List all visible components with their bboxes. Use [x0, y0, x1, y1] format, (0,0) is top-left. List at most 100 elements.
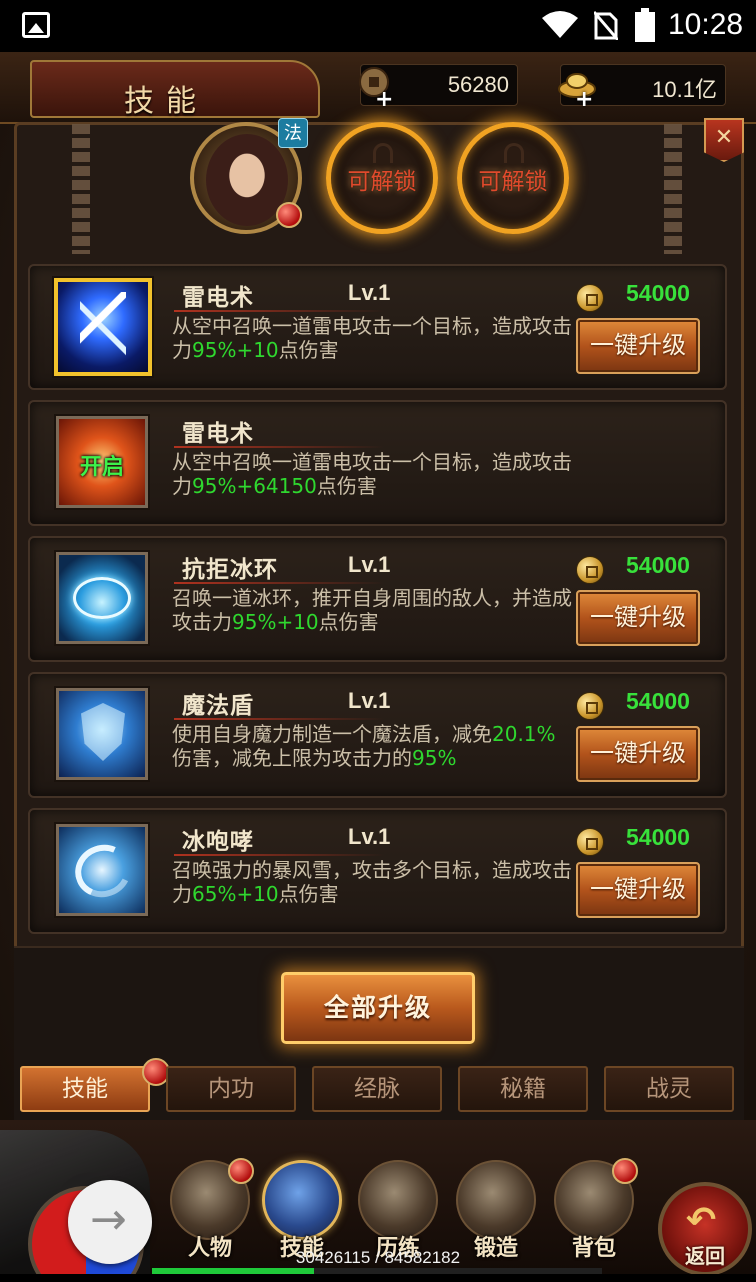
- desc-text: 点伤害: [278, 338, 339, 362]
- class-badge: 法: [278, 118, 308, 148]
- page-title: 技能: [124, 84, 208, 119]
- skill-row-thunder[interactable]: 雷电术 Lv.1 从空中召唤一道雷电攻击一个目标，造成攻击力95%+10点伤害 …: [28, 264, 727, 390]
- one-click-upgrade-button[interactable]: 一键升级: [576, 590, 700, 646]
- gold-counter[interactable]: + 10.1亿: [558, 64, 726, 112]
- desc-text: 使用自身魔力制造一个魔法盾，减免: [172, 722, 492, 746]
- skill-description: 从空中召唤一道雷电攻击一个目标，造成攻击力95%+10点伤害: [172, 314, 572, 362]
- coin-icon: [576, 556, 604, 584]
- wifi-icon: [542, 11, 578, 38]
- ice-ring-icon[interactable]: [56, 552, 148, 644]
- skill-name: 雷电术: [182, 285, 254, 311]
- chain-decoration: [664, 124, 682, 254]
- bolt-graphic: [80, 292, 126, 362]
- tab-label: 技能: [62, 1076, 108, 1102]
- divider: [174, 446, 384, 448]
- no-sim-icon: [594, 11, 618, 40]
- divider: [174, 582, 384, 584]
- tab-label: 战灵: [646, 1076, 692, 1102]
- divider: [174, 718, 384, 720]
- one-click-upgrade-button[interactable]: 一键升级: [576, 862, 700, 918]
- top-bar: 技能 + 56280 + 10.1亿: [0, 52, 756, 124]
- upgrade-cost: 54000: [626, 552, 690, 578]
- upgrade-cost: 54000: [626, 824, 690, 850]
- desc-text: 伤害，减免上限为攻击力的: [172, 746, 412, 770]
- upgrade-all-button[interactable]: 全部升级: [281, 972, 475, 1044]
- tab-secret-manual[interactable]: 秘籍: [458, 1066, 588, 1112]
- lightning-icon[interactable]: [54, 278, 152, 376]
- skill-row-thunder-awaken[interactable]: 开启 雷电术 从空中召唤一道雷电攻击一个目标，造成攻击力95%+64150点伤害: [28, 400, 727, 526]
- skill-row-ice-ring[interactable]: 抗拒冰环 Lv.1 召唤一道冰环，推开自身周围的敌人，并造成攻击力95%+10点…: [28, 536, 727, 662]
- desc-value: 95%+10: [192, 338, 279, 362]
- game-screen: 技能 + 56280 + 10.1亿 ✕ 法 可解锁 可解锁 雷电术 Lv.1 …: [0, 52, 756, 1282]
- tab-battle-spirit[interactable]: 战灵: [604, 1066, 734, 1112]
- title-plate: 技能: [30, 60, 320, 119]
- shield-graphic: [81, 703, 125, 761]
- gallery-icon: [22, 12, 50, 38]
- skill-description: 使用自身魔力制造一个魔法盾，减免20.1% 伤害，减免上限为攻击力的95%: [172, 722, 572, 770]
- unlock-slot-label: 可解锁: [347, 169, 417, 195]
- armor-icon: [358, 1160, 438, 1240]
- skill-row-magic-shield[interactable]: 魔法盾 Lv.1 使用自身魔力制造一个魔法盾，减免20.1% 伤害，减免上限为攻击…: [28, 672, 727, 798]
- back-arrow-icon: ↶: [686, 1200, 717, 1241]
- coin-icon: [576, 828, 604, 856]
- notification-dot: [612, 1158, 638, 1184]
- magic-shield-icon[interactable]: [56, 688, 148, 780]
- fire-beast-icon[interactable]: 开启: [56, 416, 148, 508]
- skill-name: 魔法盾: [182, 693, 254, 719]
- divider: [174, 854, 384, 856]
- skill-name: 冰咆哮: [182, 829, 254, 855]
- blizzard-icon[interactable]: [56, 824, 148, 916]
- desc-value: 95%: [412, 746, 457, 770]
- lock-icon: [504, 143, 524, 163]
- skill-level: Lv.1: [348, 824, 391, 849]
- skill-description: 从空中召唤一道雷电攻击一个目标，造成攻击力95%+64150点伤害: [172, 450, 572, 498]
- arrow-right-icon: →: [90, 1194, 127, 1245]
- tab-label: 经脉: [354, 1076, 400, 1102]
- notification-dot: [276, 202, 302, 228]
- system-bar: [0, 1274, 756, 1282]
- ring-graphic: [73, 577, 131, 619]
- gold-value: 10.1亿: [652, 77, 717, 102]
- floating-assist-button[interactable]: →: [68, 1180, 152, 1264]
- upgrade-cost: 54000: [626, 280, 690, 306]
- desc-value: 95%+10: [232, 610, 319, 634]
- tab-meridians[interactable]: 经脉: [312, 1066, 442, 1112]
- coin-icon: [576, 692, 604, 720]
- unlock-slot[interactable]: 可解锁: [457, 122, 569, 234]
- battery-icon: [635, 8, 655, 42]
- tab-inner-power[interactable]: 内功: [166, 1066, 296, 1112]
- skill-row-blizzard[interactable]: 冰咆哮 Lv.1 召唤强力的暴风雪，攻击多个目标，造成攻击力65%+10点伤害 …: [28, 808, 727, 934]
- unlock-slot-label: 可解锁: [478, 169, 548, 195]
- one-click-upgrade-button[interactable]: 一键升级: [576, 318, 700, 374]
- lock-icon: [373, 143, 393, 163]
- coin-icon: [576, 284, 604, 312]
- desc-text: 点伤害: [318, 610, 379, 634]
- divider: [174, 310, 384, 312]
- skill-book-icon: [262, 1160, 342, 1240]
- one-click-upgrade-button[interactable]: 一键升级: [576, 726, 700, 782]
- unlock-slot[interactable]: 可解锁: [326, 122, 438, 234]
- desc-value: 65%+10: [192, 882, 279, 906]
- skill-name: 抗拒冰环: [182, 557, 278, 583]
- tab-label: 内功: [208, 1076, 254, 1102]
- skill-description: 召唤一道冰环，推开自身周围的敌人，并造成攻击力95%+10点伤害: [172, 586, 572, 634]
- anvil-icon: [456, 1160, 536, 1240]
- desc-value: 95%+64150: [192, 474, 317, 498]
- unlocked-label: 开启: [79, 455, 124, 480]
- skill-level: Lv.1: [348, 552, 391, 577]
- desc-value: 20.1%: [492, 722, 556, 746]
- skill-description: 召唤强力的暴风雪，攻击多个目标，造成攻击力65%+10点伤害: [172, 858, 572, 906]
- copper-counter[interactable]: + 56280: [359, 64, 518, 112]
- copper-value: 56280: [447, 72, 509, 97]
- skill-name: 雷电术: [182, 421, 254, 447]
- tab-skill[interactable]: 技能: [20, 1058, 170, 1112]
- status-bar: 10:28: [0, 0, 756, 52]
- sub-tabs: 技能 内功 经脉 秘籍 战灵: [18, 1058, 738, 1116]
- notification-dot: [228, 1158, 254, 1184]
- desc-text: 点伤害: [278, 882, 339, 906]
- skill-level: Lv.1: [348, 688, 391, 713]
- swirl-graphic: [67, 836, 139, 906]
- chain-decoration: [72, 124, 90, 254]
- tab-label: 秘籍: [500, 1076, 546, 1102]
- skill-level: Lv.1: [348, 280, 391, 305]
